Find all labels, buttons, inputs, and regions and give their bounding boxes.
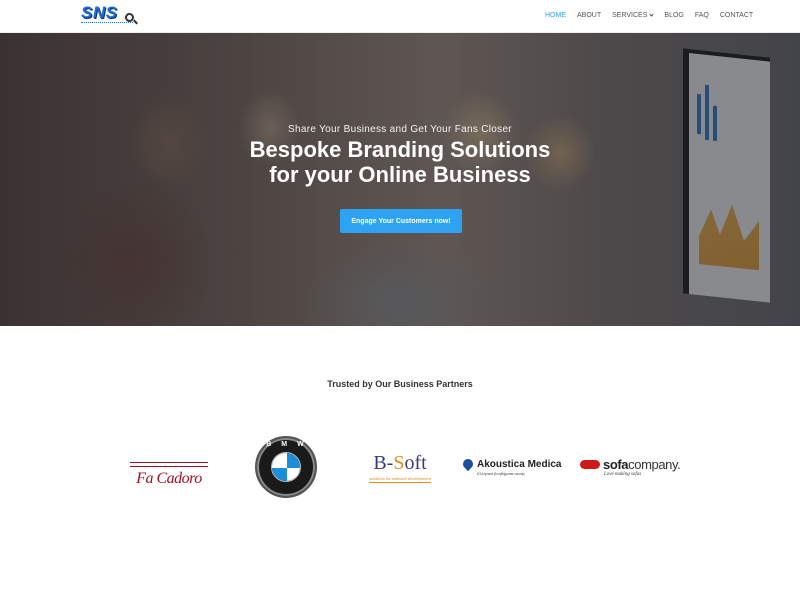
bmw-quadrants	[271, 452, 301, 482]
bmw-quadrant	[287, 468, 300, 481]
partner-logo-bmw[interactable]: BMW	[254, 432, 318, 502]
bsoft-b: B-	[373, 451, 394, 474]
logo-rule-decor	[130, 462, 208, 463]
facadoro-wordmark: Fa Cadoro	[136, 470, 202, 487]
main-nav: HOME ABOUT SERVICES BLOG FAQ CONTACT	[545, 12, 764, 19]
bsoft-wordmark: B-Soft	[373, 452, 426, 474]
partner-logo-akoustica[interactable]: Akoustica Medica Ελληνικά βοηθήματα ακοή…	[460, 432, 566, 502]
nav-faq[interactable]: FAQ	[695, 12, 709, 19]
nav-services[interactable]: SERVICES	[612, 12, 655, 19]
bsoft-s: S	[393, 451, 405, 474]
partner-logo-facadoro[interactable]: Fa Cadoro	[128, 432, 210, 502]
akoustica-wordmark: Akoustica Medica	[477, 458, 562, 470]
partners-heading: Trusted by Our Business Partners	[327, 379, 473, 389]
sofa-tagline: Love making sofas	[604, 472, 642, 477]
bmw-wordmark: BMW	[266, 441, 314, 448]
partner-logo-bsoft[interactable]: B-Soft solutions for software developmen…	[366, 432, 434, 502]
site-logo[interactable]: SNS	[81, 3, 137, 27]
nav-about[interactable]: ABOUT	[577, 12, 601, 19]
nav-services-label: SERVICES	[612, 12, 648, 19]
nav-blog[interactable]: BLOG	[664, 12, 683, 19]
bmw-quadrant	[272, 453, 287, 468]
logo-tagline-line	[81, 22, 133, 24]
bsoft-rest: oft	[404, 451, 427, 474]
chevron-down-icon	[649, 12, 655, 17]
engage-customers-button[interactable]: Engage Your Customers now!	[340, 209, 462, 233]
hero-subtitle: Share Your Business and Get Your Fans Cl…	[288, 124, 512, 135]
logo-rule-decor	[130, 466, 208, 467]
bmw-quadrant	[272, 468, 287, 481]
site-header: SNS HOME ABOUT SERVICES BLOG FAQ CONTACT	[0, 0, 800, 33]
hero-title-line-1: Bespoke Branding Solutions	[249, 137, 551, 162]
logo-text: SNS	[81, 3, 118, 22]
sofa-wordmark: sofacompany.	[603, 457, 681, 472]
sofa-pill-icon	[580, 460, 600, 469]
hero-title: Bespoke Branding Solutions for your Onli…	[0, 137, 800, 187]
bsoft-tagline: solutions for software development	[369, 475, 431, 483]
bmw-quadrant	[287, 453, 300, 468]
hero-content: Share Your Business and Get Your Fans Cl…	[0, 33, 800, 326]
drop-icon	[460, 456, 476, 472]
magnifier-icon	[125, 13, 134, 22]
partner-logo-sofacompany[interactable]: sofacompany. Love making sofas	[580, 432, 686, 502]
akoustica-tagline: Ελληνικά βοηθήματα ακοής	[477, 470, 526, 476]
akoustica-row: Akoustica Medica	[460, 456, 562, 472]
bmw-roundel: BMW	[255, 436, 317, 498]
sofa-light: company.	[628, 457, 681, 472]
nav-contact[interactable]: CONTACT	[720, 12, 753, 19]
sofa-row: sofacompany.	[580, 457, 681, 472]
hero-title-line-2: for your Online Business	[269, 162, 531, 187]
hero-section: Share Your Business and Get Your Fans Cl…	[0, 33, 800, 326]
nav-home[interactable]: HOME	[545, 12, 566, 19]
sofa-bold: sofa	[603, 457, 629, 472]
